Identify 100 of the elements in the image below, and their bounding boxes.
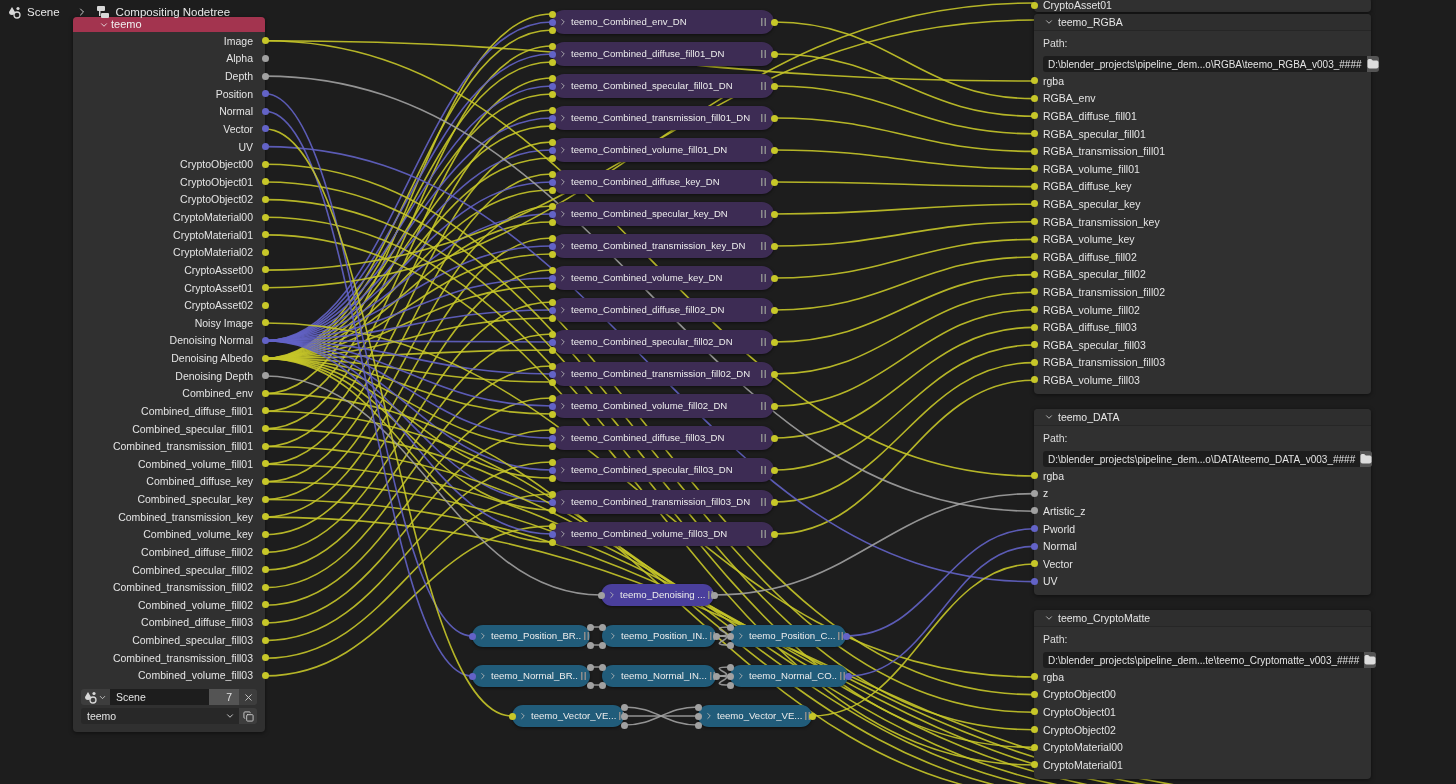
socket-dot[interactable] xyxy=(726,641,734,649)
socket-dot[interactable] xyxy=(548,114,556,122)
socket-dot[interactable] xyxy=(620,712,628,720)
socket-dot[interactable] xyxy=(548,426,556,434)
socket-dot[interactable] xyxy=(1030,323,1038,331)
socket-dot[interactable] xyxy=(261,125,269,133)
socket-dot[interactable] xyxy=(261,301,269,309)
socket-dot[interactable] xyxy=(261,460,269,468)
socket-dot[interactable] xyxy=(261,160,269,168)
folder-button[interactable] xyxy=(1360,451,1373,467)
socket-dot[interactable] xyxy=(261,354,269,362)
socket-dot[interactable] xyxy=(770,146,778,154)
socket-dot[interactable] xyxy=(1030,77,1038,85)
socket-dot[interactable] xyxy=(1030,743,1038,751)
socket-dot[interactable] xyxy=(548,90,556,98)
breadcrumb-item[interactable]: Scene xyxy=(27,5,60,19)
socket-dot[interactable] xyxy=(598,623,606,631)
socket-dot[interactable] xyxy=(694,712,702,720)
socket-dot[interactable] xyxy=(261,319,269,327)
socket-dot[interactable] xyxy=(598,663,606,671)
socket-dot[interactable] xyxy=(770,338,778,346)
socket-dot[interactable] xyxy=(261,618,269,626)
socket-dot[interactable] xyxy=(548,242,556,250)
socket-dot[interactable] xyxy=(261,548,269,556)
socket-dot[interactable] xyxy=(548,458,556,466)
socket-dot[interactable] xyxy=(770,370,778,378)
socket-dot[interactable] xyxy=(548,298,556,306)
socket-dot[interactable] xyxy=(770,50,778,58)
collapse-icon[interactable] xyxy=(1044,412,1054,422)
socket-dot[interactable] xyxy=(694,721,702,729)
socket-dot[interactable] xyxy=(548,274,556,282)
socket-dot[interactable] xyxy=(770,210,778,218)
socket-dot[interactable] xyxy=(261,389,269,397)
socket-dot[interactable] xyxy=(548,122,556,130)
socket-dot[interactable] xyxy=(1030,673,1038,681)
socket-dot[interactable] xyxy=(1030,182,1038,190)
socket-dot[interactable] xyxy=(468,672,476,680)
socket-dot[interactable] xyxy=(586,641,594,649)
socket-dot[interactable] xyxy=(1030,288,1038,296)
collapse-icon[interactable] xyxy=(1044,613,1054,623)
socket-dot[interactable] xyxy=(261,143,269,151)
node-header[interactable]: teemo_CryptoMatte xyxy=(1034,610,1371,627)
socket-dot[interactable] xyxy=(548,346,556,354)
socket-dot[interactable] xyxy=(620,721,628,729)
socket-dot[interactable] xyxy=(598,681,606,689)
socket-dot[interactable] xyxy=(548,202,556,210)
folder-button[interactable] xyxy=(1364,652,1377,668)
socket-dot[interactable] xyxy=(548,538,556,546)
socket-dot[interactable] xyxy=(548,234,556,242)
socket-dot[interactable] xyxy=(261,90,269,98)
socket-dot[interactable] xyxy=(586,623,594,631)
socket-dot[interactable] xyxy=(1030,560,1038,568)
socket-dot[interactable] xyxy=(548,370,556,378)
socket-dot[interactable] xyxy=(261,213,269,221)
socket-dot[interactable] xyxy=(548,106,556,114)
socket-dot[interactable] xyxy=(586,681,594,689)
socket-dot[interactable] xyxy=(548,50,556,58)
socket-dot[interactable] xyxy=(548,330,556,338)
socket-dot[interactable] xyxy=(261,583,269,591)
socket-dot[interactable] xyxy=(548,154,556,162)
socket-dot[interactable] xyxy=(261,513,269,521)
socket-dot[interactable] xyxy=(770,242,778,250)
socket-dot[interactable] xyxy=(726,672,734,680)
socket-dot[interactable] xyxy=(548,466,556,474)
socket-dot[interactable] xyxy=(548,522,556,530)
socket-dot[interactable] xyxy=(548,490,556,498)
socket-dot[interactable] xyxy=(261,530,269,538)
socket-dot[interactable] xyxy=(548,178,556,186)
socket-dot[interactable] xyxy=(770,434,778,442)
socket-dot[interactable] xyxy=(1030,690,1038,698)
socket-dot[interactable] xyxy=(694,703,702,711)
socket-dot[interactable] xyxy=(586,663,594,671)
socket-dot[interactable] xyxy=(548,314,556,322)
socket-dot[interactable] xyxy=(712,632,720,640)
socket-dot[interactable] xyxy=(726,623,734,631)
socket-dot[interactable] xyxy=(261,654,269,662)
socket-dot[interactable] xyxy=(726,681,734,689)
socket-dot[interactable] xyxy=(261,72,269,80)
socket-dot[interactable] xyxy=(770,402,778,410)
socket-dot[interactable] xyxy=(261,477,269,485)
socket-dot[interactable] xyxy=(548,210,556,218)
socket-dot[interactable] xyxy=(261,107,269,115)
socket-dot[interactable] xyxy=(1030,761,1038,769)
path-field[interactable]: D:\blender_projects\pipeline_dem...o\RGBA\teemo_RGBA_v003_#### xyxy=(1043,56,1367,72)
socket-dot[interactable] xyxy=(1030,542,1038,550)
socket-dot[interactable] xyxy=(770,114,778,122)
layer-dropdown[interactable]: teemo xyxy=(81,708,239,725)
socket-dot[interactable] xyxy=(1030,147,1038,155)
socket-dot[interactable] xyxy=(844,672,852,680)
socket-dot[interactable] xyxy=(548,306,556,314)
socket-dot[interactable] xyxy=(548,442,556,450)
socket-dot[interactable] xyxy=(261,266,269,274)
socket-dot[interactable] xyxy=(1030,708,1038,716)
socket-dot[interactable] xyxy=(1030,376,1038,384)
socket-dot[interactable] xyxy=(1030,472,1038,480)
socket-dot[interactable] xyxy=(548,266,556,274)
socket-dot[interactable] xyxy=(598,641,606,649)
socket-dot[interactable] xyxy=(261,284,269,292)
node-header[interactable]: teemo_RGBA xyxy=(1034,14,1371,31)
socket-dot[interactable] xyxy=(1030,507,1038,515)
